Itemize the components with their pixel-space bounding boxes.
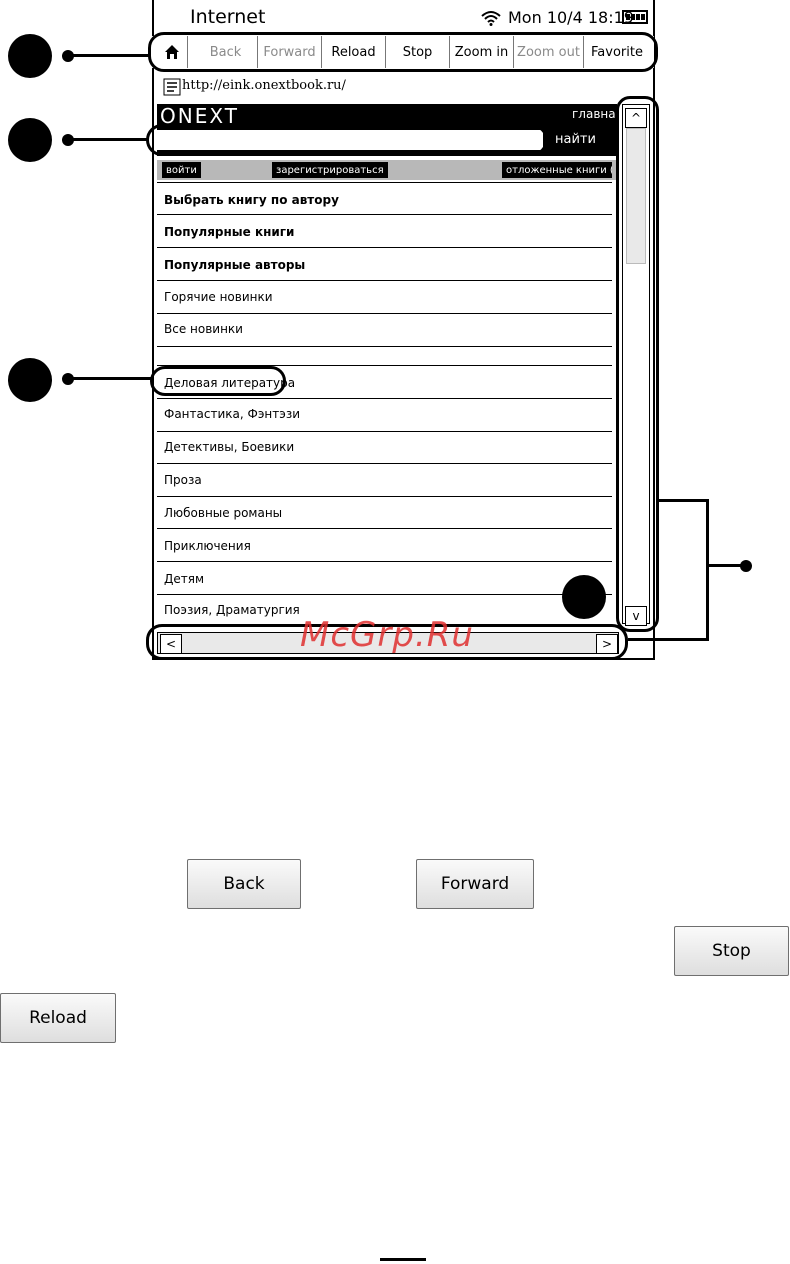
menu-item[interactable]: Фантастика, Фэнтэзи [164,407,300,421]
menu-divider [157,431,612,432]
menu-item[interactable]: Любовные романы [164,506,282,520]
app-title: Internet [190,6,266,28]
menu-divider [157,496,612,497]
sample-forward-button: Forward [416,859,534,909]
callout-marker [8,118,52,162]
link-callout-ring [150,366,286,396]
menu-divider [157,561,612,562]
menu-item[interactable]: Горячие новинки [164,290,273,304]
toolbar-callout-ring [148,32,658,72]
bracket-line [659,499,709,502]
menu-item[interactable]: Проза [164,473,202,487]
callout-connector-dot [740,560,752,572]
sample-reload-button: Reload [0,993,116,1043]
menu-divider [157,280,612,281]
callout-line [68,54,150,57]
menu-divider [157,214,612,215]
menu-divider [157,247,612,248]
deferred-books-link[interactable]: отложенные книги (0) [502,162,612,178]
search-button[interactable]: найти [555,132,596,147]
menu-divider [157,463,612,464]
callout-marker [8,358,52,402]
menu-item[interactable]: Популярные авторы [164,258,305,272]
callout-line [68,138,148,141]
callout-marker [8,34,52,78]
bracket-line [628,638,709,641]
menu-item[interactable]: Все новинки [164,322,243,336]
watermark: McGrp.Ru [300,615,474,655]
clock: Mon 10/4 18:19 [508,8,634,27]
address-url[interactable]: http://eink.onextbook.ru/ [182,78,346,93]
sample-back-button: Back [187,859,301,909]
login-link[interactable]: войти [162,162,201,178]
callout-marker [562,575,606,619]
menu-divider [157,346,612,347]
sample-stop-button: Stop [674,926,789,976]
main-page-link[interactable]: главна [572,107,616,121]
menu-item[interactable]: Поэзия, Драматургия [164,603,300,617]
menu-item[interactable]: Детективы, Боевики [164,440,294,454]
menu-divider [157,182,612,183]
menu-divider [157,528,612,529]
bracket-line [706,499,709,641]
register-link[interactable]: зарегистрироваться [272,162,388,178]
menu-divider [157,594,612,595]
vscroll-callout-ring [616,96,659,632]
menu-item[interactable]: Детям [164,572,204,586]
search-callout-ring [146,124,548,156]
callout-line [68,377,152,380]
menu-item[interactable]: Выбрать книгу по автору [164,193,339,207]
menu-item[interactable]: Популярные книги [164,225,294,239]
menu-divider [157,313,612,314]
page-number-mark [380,1258,426,1261]
page-icon [163,78,181,96]
menu-divider [157,398,612,399]
menu-item[interactable]: Приключения [164,539,251,553]
wifi-icon [481,11,501,26]
battery-icon [622,10,648,24]
